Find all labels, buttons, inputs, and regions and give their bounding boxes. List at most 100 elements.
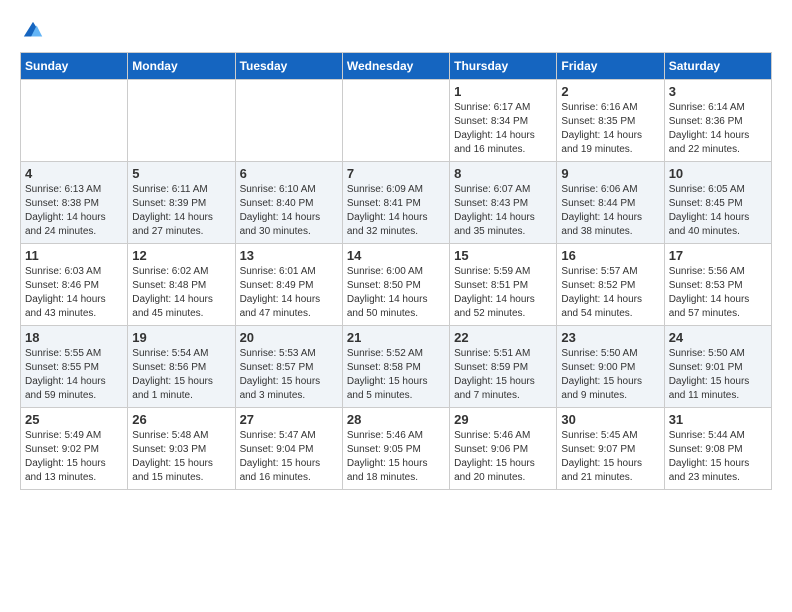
calendar-cell: 17 Sunrise: 5:56 AMSunset: 8:53 PMDayligh… xyxy=(664,244,771,326)
day-info: Sunrise: 5:56 AMSunset: 8:53 PMDaylight:… xyxy=(669,265,767,321)
calendar-cell: 29 Sunrise: 5:46 AMSunset: 9:06 PMDayligh… xyxy=(450,408,557,490)
calendar-cell: 4 Sunrise: 6:13 AMSunset: 8:38 PMDaylight… xyxy=(21,162,128,244)
day-info: Sunrise: 5:49 AMSunset: 9:02 PMDaylight:… xyxy=(25,429,123,485)
day-info: Sunrise: 5:50 AMSunset: 9:00 PMDaylight:… xyxy=(561,347,659,403)
calendar-cell: 26 Sunrise: 5:48 AMSunset: 9:03 PMDayligh… xyxy=(128,408,235,490)
calendar-cell: 3Sunrise: 6:14 AMSunset: 8:36 PMDaylight… xyxy=(664,80,771,162)
weekday-header: Friday xyxy=(557,53,664,80)
calendar-header-row: SundayMondayTuesdayWednesdayThursdayFrid… xyxy=(21,53,772,80)
day-info: Sunrise: 6:07 AMSunset: 8:43 PMDaylight:… xyxy=(454,183,552,239)
calendar-week-row: 1Sunrise: 6:17 AMSunset: 8:34 PMDaylight… xyxy=(21,80,772,162)
calendar-cell: 30Sunrise: 5:45 AMSunset: 9:07 PMDayligh… xyxy=(557,408,664,490)
calendar-cell: 21Sunrise: 5:52 AMSunset: 8:58 PMDayligh… xyxy=(342,326,449,408)
calendar-cell xyxy=(342,80,449,162)
day-info: Sunrise: 6:09 AMSunset: 8:41 PMDaylight:… xyxy=(347,183,445,239)
day-number: 20 xyxy=(240,330,338,345)
day-info: Sunrise: 5:54 AMSunset: 8:56 PMDaylight:… xyxy=(132,347,230,403)
calendar-cell: 6 Sunrise: 6:10 AMSunset: 8:40 PMDaylight… xyxy=(235,162,342,244)
day-number: 25 xyxy=(25,412,123,427)
day-info: Sunrise: 5:44 AMSunset: 9:08 PMDaylight:… xyxy=(669,429,767,485)
calendar-cell: 19 Sunrise: 5:54 AMSunset: 8:56 PMDayligh… xyxy=(128,326,235,408)
day-number: 23 xyxy=(561,330,659,345)
calendar-cell: 14 Sunrise: 6:00 AMSunset: 8:50 PMDayligh… xyxy=(342,244,449,326)
calendar-cell: 9 Sunrise: 6:06 AMSunset: 8:44 PMDaylight… xyxy=(557,162,664,244)
day-info: Sunrise: 5:48 AMSunset: 9:03 PMDaylight:… xyxy=(132,429,230,485)
day-number: 28 xyxy=(347,412,445,427)
day-number: 10 xyxy=(669,166,767,181)
day-number: 18 xyxy=(25,330,123,345)
calendar-cell: 27 Sunrise: 5:47 AMSunset: 9:04 PMDayligh… xyxy=(235,408,342,490)
day-info: Sunrise: 5:51 AMSunset: 8:59 PMDaylight:… xyxy=(454,347,552,403)
calendar-cell: 20 Sunrise: 5:53 AMSunset: 8:57 PMDayligh… xyxy=(235,326,342,408)
calendar-week-row: 11Sunrise: 6:03 AMSunset: 8:46 PMDayligh… xyxy=(21,244,772,326)
calendar-cell xyxy=(21,80,128,162)
day-info: Sunrise: 6:16 AMSunset: 8:35 PMDaylight:… xyxy=(561,101,659,157)
day-info: Sunrise: 6:01 AMSunset: 8:49 PMDaylight:… xyxy=(240,265,338,321)
day-number: 17 xyxy=(669,248,767,263)
calendar-cell: 5 Sunrise: 6:11 AMSunset: 8:39 PMDaylight… xyxy=(128,162,235,244)
weekday-header: Sunday xyxy=(21,53,128,80)
day-info: Sunrise: 5:59 AMSunset: 8:51 PMDaylight:… xyxy=(454,265,552,321)
day-info: Sunrise: 6:05 AMSunset: 8:45 PMDaylight:… xyxy=(669,183,767,239)
day-number: 14 xyxy=(347,248,445,263)
day-info: Sunrise: 5:52 AMSunset: 8:58 PMDaylight:… xyxy=(347,347,445,403)
day-number: 5 xyxy=(132,166,230,181)
calendar-cell: 24 Sunrise: 5:50 AMSunset: 9:01 PMDayligh… xyxy=(664,326,771,408)
calendar-week-row: 18 Sunrise: 5:55 AMSunset: 8:55 PMDayligh… xyxy=(21,326,772,408)
calendar-cell: 22 Sunrise: 5:51 AMSunset: 8:59 PMDayligh… xyxy=(450,326,557,408)
day-info: Sunrise: 5:53 AMSunset: 8:57 PMDaylight:… xyxy=(240,347,338,403)
calendar-cell xyxy=(235,80,342,162)
calendar-cell: 2 Sunrise: 6:16 AMSunset: 8:35 PMDaylight… xyxy=(557,80,664,162)
logo xyxy=(20,20,44,42)
day-number: 22 xyxy=(454,330,552,345)
day-info: Sunrise: 5:47 AMSunset: 9:04 PMDaylight:… xyxy=(240,429,338,485)
day-info: Sunrise: 5:46 AMSunset: 9:06 PMDaylight:… xyxy=(454,429,552,485)
calendar-cell: 10 Sunrise: 6:05 AMSunset: 8:45 PMDayligh… xyxy=(664,162,771,244)
calendar-cell: 18 Sunrise: 5:55 AMSunset: 8:55 PMDayligh… xyxy=(21,326,128,408)
calendar-cell: 23 Sunrise: 5:50 AMSunset: 9:00 PMDayligh… xyxy=(557,326,664,408)
day-info: Sunrise: 6:00 AMSunset: 8:50 PMDaylight:… xyxy=(347,265,445,321)
day-info: Sunrise: 5:50 AMSunset: 9:01 PMDaylight:… xyxy=(669,347,767,403)
day-number: 19 xyxy=(132,330,230,345)
calendar-cell: 13 Sunrise: 6:01 AMSunset: 8:49 PMDayligh… xyxy=(235,244,342,326)
calendar-week-row: 25 Sunrise: 5:49 AMSunset: 9:02 PMDayligh… xyxy=(21,408,772,490)
day-number: 26 xyxy=(132,412,230,427)
day-number: 27 xyxy=(240,412,338,427)
calendar-cell: 11Sunrise: 6:03 AMSunset: 8:46 PMDayligh… xyxy=(21,244,128,326)
day-number: 4 xyxy=(25,166,123,181)
day-number: 2 xyxy=(561,84,659,99)
day-info: Sunrise: 6:11 AMSunset: 8:39 PMDaylight:… xyxy=(132,183,230,239)
day-number: 12 xyxy=(132,248,230,263)
calendar-cell: 25 Sunrise: 5:49 AMSunset: 9:02 PMDayligh… xyxy=(21,408,128,490)
day-number: 9 xyxy=(561,166,659,181)
day-number: 15 xyxy=(454,248,552,263)
day-info: Sunrise: 6:03 AMSunset: 8:46 PMDaylight:… xyxy=(25,265,123,321)
calendar-cell xyxy=(128,80,235,162)
day-info: Sunrise: 5:46 AMSunset: 9:05 PMDaylight:… xyxy=(347,429,445,485)
day-number: 29 xyxy=(454,412,552,427)
calendar-cell: 1Sunrise: 6:17 AMSunset: 8:34 PMDaylight… xyxy=(450,80,557,162)
day-number: 31 xyxy=(669,412,767,427)
day-number: 13 xyxy=(240,248,338,263)
weekday-header: Wednesday xyxy=(342,53,449,80)
day-number: 3 xyxy=(669,84,767,99)
calendar-table: SundayMondayTuesdayWednesdayThursdayFrid… xyxy=(20,52,772,490)
calendar-cell: 15 Sunrise: 5:59 AMSunset: 8:51 PMDayligh… xyxy=(450,244,557,326)
day-info: Sunrise: 6:13 AMSunset: 8:38 PMDaylight:… xyxy=(25,183,123,239)
logo-icon xyxy=(22,20,44,42)
calendar-cell: 31 Sunrise: 5:44 AMSunset: 9:08 PMDayligh… xyxy=(664,408,771,490)
day-number: 7 xyxy=(347,166,445,181)
day-number: 24 xyxy=(669,330,767,345)
day-number: 30 xyxy=(561,412,659,427)
calendar-cell: 8 Sunrise: 6:07 AMSunset: 8:43 PMDaylight… xyxy=(450,162,557,244)
day-info: Sunrise: 5:55 AMSunset: 8:55 PMDaylight:… xyxy=(25,347,123,403)
calendar-cell: 16Sunrise: 5:57 AMSunset: 8:52 PMDayligh… xyxy=(557,244,664,326)
weekday-header: Tuesday xyxy=(235,53,342,80)
day-number: 6 xyxy=(240,166,338,181)
page-header xyxy=(20,20,772,42)
day-info: Sunrise: 6:10 AMSunset: 8:40 PMDaylight:… xyxy=(240,183,338,239)
calendar-cell: 28 Sunrise: 5:46 AMSunset: 9:05 PMDayligh… xyxy=(342,408,449,490)
day-number: 8 xyxy=(454,166,552,181)
day-info: Sunrise: 6:06 AMSunset: 8:44 PMDaylight:… xyxy=(561,183,659,239)
day-number: 1 xyxy=(454,84,552,99)
